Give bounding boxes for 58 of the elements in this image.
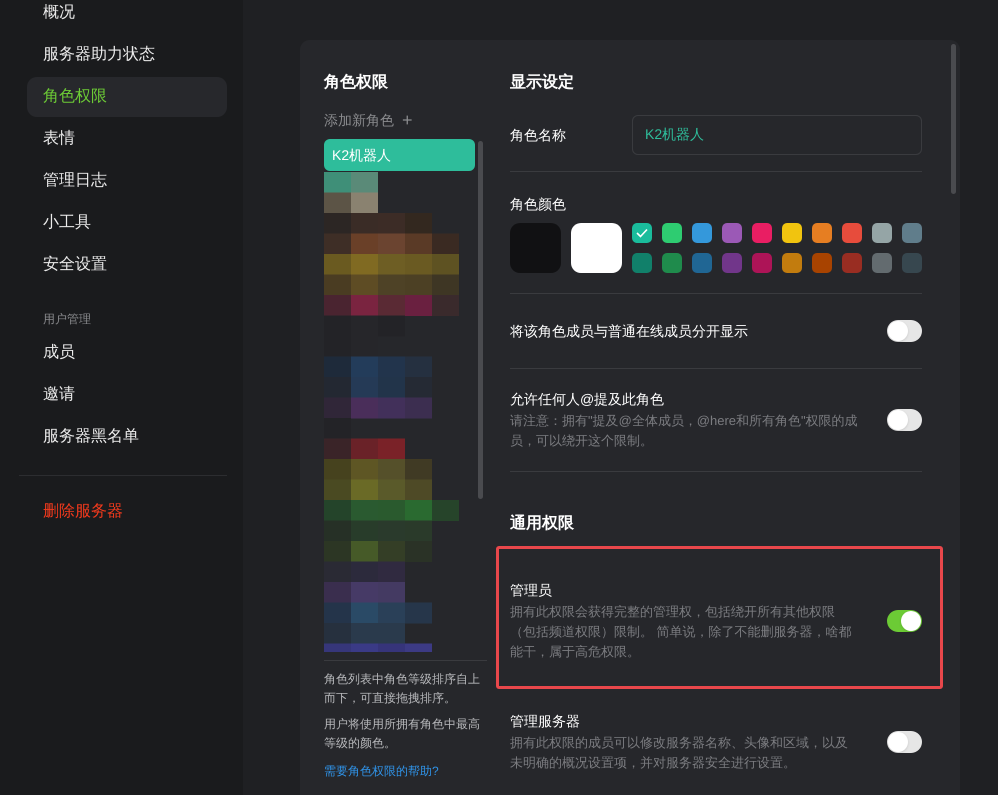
color-swatch[interactable] <box>692 253 712 273</box>
role-color-note: 用户将使用所拥有角色中最高等级的颜色。 <box>324 716 481 752</box>
color-swatch[interactable] <box>662 253 682 273</box>
color-swatch[interactable] <box>812 253 832 273</box>
sidebar-item[interactable]: 服务器助力状态 <box>27 35 227 75</box>
color-swatch[interactable] <box>842 253 862 273</box>
permission-description: 拥有此权限会获得完整的管理权，包括绕开所有其他权限（包括频道权限）限制。 简单说，除了不能删服务器，啥都能干，属于高危权限。 <box>510 603 853 661</box>
sidebar-item[interactable]: 邀请 <box>27 375 227 415</box>
color-swatch[interactable] <box>752 223 772 243</box>
toggle-switch[interactable] <box>887 320 922 342</box>
color-swatch[interactable] <box>902 253 922 273</box>
color-swatch[interactable] <box>722 223 742 243</box>
display-settings-title: 显示设定 <box>510 73 575 93</box>
color-swatch[interactable] <box>692 223 712 243</box>
role-color-label: 角色颜色 <box>510 195 567 214</box>
setting-title: 允许任何人@提及此角色 <box>510 390 666 409</box>
sidebar-item[interactable]: 表情 <box>27 119 227 159</box>
color-swatch[interactable] <box>782 223 802 243</box>
color-swatch[interactable] <box>571 223 622 273</box>
color-swatch[interactable] <box>662 223 682 243</box>
color-swatch[interactable] <box>842 223 862 243</box>
scrollbar-thumb[interactable] <box>478 141 483 499</box>
role-order-note: 角色列表中角色等级排序自上而下，可直接拖拽排序。 <box>324 671 481 707</box>
color-swatch[interactable] <box>872 223 892 243</box>
sidebar-item[interactable]: 成员 <box>27 333 227 373</box>
color-swatch[interactable] <box>632 253 652 273</box>
scrollbar-thumb[interactable] <box>951 44 956 194</box>
sidebar-section-header: 用户管理 <box>42 311 92 328</box>
color-swatch[interactable] <box>632 223 652 243</box>
color-swatch[interactable] <box>510 223 561 273</box>
role-name-field[interactable]: K2机器人 <box>632 115 922 155</box>
setting-title: 将该角色成员与普通在线成员分开显示 <box>510 322 749 341</box>
color-swatch[interactable] <box>902 223 922 243</box>
sidebar-item[interactable]: 角色权限 <box>27 77 227 117</box>
sidebar-item[interactable]: 小工具 <box>27 203 227 243</box>
sidebar-item[interactable]: 管理日志 <box>27 161 227 201</box>
toggle-switch[interactable] <box>887 610 922 632</box>
check-icon <box>636 228 648 238</box>
add-role-button[interactable]: 添加新角色 + <box>324 110 487 130</box>
general-permissions-title: 通用权限 <box>510 514 575 534</box>
role-name-label: 角色名称 <box>510 126 567 144</box>
color-swatch[interactable] <box>872 253 892 273</box>
sidebar-item[interactable]: 安全设置 <box>27 245 227 285</box>
color-swatch[interactable] <box>782 253 802 273</box>
color-swatch[interactable] <box>752 253 772 273</box>
permission-description: 拥有此权限的成员可以修改服务器名称、头像和区域，以及未明确的概况设置项，并对服务器安全进行设置。 <box>510 734 849 772</box>
sidebar-item[interactable]: 概况 <box>27 0 227 33</box>
toggle-switch[interactable] <box>887 409 922 431</box>
color-swatch[interactable] <box>722 253 742 273</box>
color-swatch[interactable] <box>812 223 832 243</box>
sidebar-item[interactable]: 服务器黑名单 <box>27 417 227 457</box>
permission-title: 管理员 <box>510 581 553 600</box>
setting-description: 请注意：拥有"提及@全体成员，@here和所有角色"权限的成员，可以绕开这个限制。 <box>510 412 859 450</box>
permission-title: 管理服务器 <box>510 712 581 731</box>
sidebar-item[interactable]: 删除服务器 <box>27 492 227 532</box>
help-link[interactable]: 需要角色权限的帮助? <box>324 762 487 780</box>
roles-title: 角色权限 <box>324 73 389 93</box>
toggle-switch[interactable] <box>887 731 922 753</box>
